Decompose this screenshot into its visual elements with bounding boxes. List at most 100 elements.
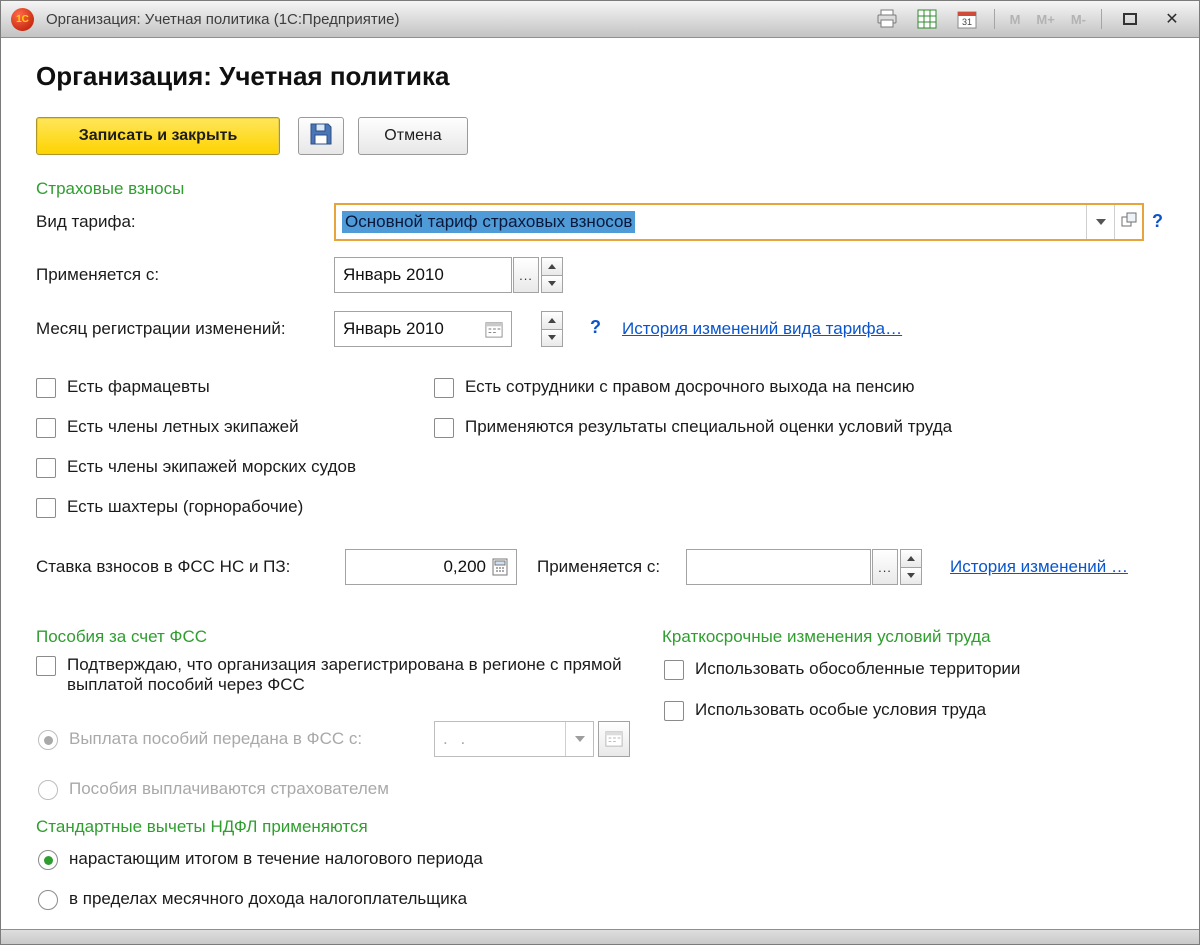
fss-applies-spinner[interactable] bbox=[900, 549, 922, 585]
benefits-date-calendar-button bbox=[598, 721, 630, 757]
checkbox-icon bbox=[36, 458, 56, 478]
calendar-picker-icon bbox=[605, 729, 623, 750]
section-ndfl-title: Стандартные вычеты НДФЛ применяются bbox=[36, 817, 368, 837]
chevron-down-icon bbox=[1096, 219, 1106, 225]
memory-mplus-button[interactable]: M+ bbox=[1032, 12, 1058, 27]
checkbox-special-work-conditions[interactable]: Использовать особые условия труда bbox=[664, 700, 986, 721]
cancel-button[interactable]: Отмена bbox=[358, 117, 468, 155]
radio-label: Выплата пособий передана в ФСС с: bbox=[69, 729, 362, 749]
checkbox-sea-crews[interactable]: Есть члены экипажей морских судов bbox=[36, 457, 356, 478]
spinner-up-button[interactable] bbox=[541, 257, 563, 276]
close-button[interactable]: ✕ bbox=[1155, 6, 1189, 32]
radio-benefits-by-insurer: Пособия выплачиваются страхователем bbox=[38, 779, 389, 800]
checkbox-icon bbox=[664, 660, 684, 680]
window-bottom-frame bbox=[1, 929, 1199, 944]
page-title: Организация: Учетная политика bbox=[36, 61, 449, 92]
fss-rate-input[interactable]: 0,200 bbox=[345, 549, 517, 585]
radio-label: в пределах месячного дохода налогоплател… bbox=[69, 889, 467, 909]
app-window: 1С Организация: Учетная политика (1С:Пре… bbox=[0, 0, 1200, 945]
checkbox-icon bbox=[36, 656, 56, 676]
reg-month-label: Месяц регистрации изменений: bbox=[36, 311, 286, 347]
arrow-up-icon bbox=[548, 264, 556, 269]
checkbox-separate-territories[interactable]: Использовать обособленные территории bbox=[664, 659, 1020, 680]
fss-rate-label: Ставка взносов в ФСС НС и ПЗ: bbox=[36, 549, 290, 585]
spinner-down-button[interactable] bbox=[541, 276, 563, 294]
memory-mminus-button[interactable]: M- bbox=[1067, 12, 1090, 27]
applies-from-more-button[interactable]: ... bbox=[513, 257, 539, 293]
tariff-type-label: Вид тарифа: bbox=[36, 203, 136, 241]
spinner-up-button[interactable] bbox=[900, 549, 922, 568]
radio-ndfl-cumulative[interactable]: нарастающим итогом в течение налогового … bbox=[38, 849, 483, 870]
arrow-up-icon bbox=[548, 318, 556, 323]
checkbox-early-retirement[interactable]: Есть сотрудники с правом досрочного выхо… bbox=[434, 377, 915, 398]
applies-from-input[interactable]: Январь 2010 bbox=[334, 257, 512, 293]
spreadsheet-icon[interactable] bbox=[911, 6, 943, 33]
radio-icon bbox=[38, 730, 58, 750]
print-icon[interactable] bbox=[871, 6, 903, 33]
chevron-down-icon bbox=[575, 736, 585, 742]
arrow-down-icon bbox=[548, 335, 556, 340]
spinner-up-button[interactable] bbox=[541, 311, 563, 330]
reg-month-help-button[interactable]: ? bbox=[590, 317, 601, 338]
svg-text:31: 31 bbox=[962, 17, 972, 27]
checkbox-icon bbox=[664, 701, 684, 721]
memory-m-button[interactable]: M bbox=[1006, 12, 1025, 27]
checkbox-label: Есть фармацевты bbox=[67, 377, 210, 397]
radio-label: нарастающим итогом в течение налогового … bbox=[69, 849, 483, 869]
arrow-down-icon bbox=[907, 573, 915, 578]
titlebar-separator bbox=[1101, 9, 1102, 29]
checkbox-icon bbox=[36, 418, 56, 438]
maximize-icon bbox=[1123, 13, 1137, 25]
fss-applies-more-button[interactable]: ... bbox=[872, 549, 898, 585]
save-button[interactable] bbox=[298, 117, 344, 155]
radio-icon bbox=[38, 850, 58, 870]
applies-from-value: Январь 2010 bbox=[343, 265, 503, 285]
checkbox-icon bbox=[434, 378, 454, 398]
reg-month-input[interactable]: Январь 2010 bbox=[334, 311, 512, 347]
tariff-open-button[interactable] bbox=[1114, 205, 1142, 239]
section-benefits-title: Пособия за счет ФСС bbox=[36, 627, 207, 647]
checkbox-icon bbox=[36, 498, 56, 518]
calculator-icon[interactable] bbox=[492, 558, 508, 576]
fss-applies-input[interactable] bbox=[686, 549, 871, 585]
form-body: Организация: Учетная политика Записать и… bbox=[2, 39, 1198, 929]
rate-history-link[interactable]: История изменений … bbox=[950, 557, 1128, 577]
reg-month-spinner[interactable] bbox=[541, 311, 563, 347]
checkbox-direct-payments-confirm[interactable]: Подтверждаю, что организация зарегистрир… bbox=[36, 655, 636, 695]
checkbox-label: Есть члены экипажей морских судов bbox=[67, 457, 356, 477]
open-list-icon bbox=[1120, 211, 1138, 234]
calendar-picker-icon[interactable] bbox=[485, 320, 503, 338]
checkbox-miners[interactable]: Есть шахтеры (горнорабочие) bbox=[36, 497, 303, 518]
applies-from-spinner[interactable] bbox=[541, 257, 563, 293]
checkbox-special-assessment[interactable]: Применяются результаты специальной оценк… bbox=[434, 417, 952, 438]
radio-ndfl-monthly-limit[interactable]: в пределах месячного дохода налогоплател… bbox=[38, 889, 467, 910]
reg-month-value: Январь 2010 bbox=[343, 319, 479, 339]
spinner-down-button[interactable] bbox=[900, 568, 922, 586]
tariff-type-combobox[interactable]: Основной тариф страховых взносов bbox=[334, 203, 1144, 241]
1c-logo-icon: 1С bbox=[11, 8, 34, 31]
radio-icon bbox=[38, 780, 58, 800]
checkbox-label: Использовать особые условия труда bbox=[695, 700, 986, 720]
radio-label: Пособия выплачиваются страхователем bbox=[69, 779, 389, 799]
tariff-help-button[interactable]: ? bbox=[1152, 211, 1163, 232]
benefits-date-dropdown-button bbox=[565, 722, 593, 756]
arrow-down-icon bbox=[548, 281, 556, 286]
spinner-down-button[interactable] bbox=[541, 330, 563, 348]
save-floppy-icon bbox=[309, 122, 333, 151]
checkbox-label: Использовать обособленные территории bbox=[695, 659, 1020, 679]
checkbox-label: Есть сотрудники с правом досрочного выхо… bbox=[465, 377, 915, 397]
titlebar: 1С Организация: Учетная политика (1С:Пре… bbox=[1, 1, 1199, 38]
checkbox-flight-crews[interactable]: Есть члены летных экипажей bbox=[36, 417, 299, 438]
fss-rate-value: 0,200 bbox=[354, 557, 486, 577]
tariff-type-value-area[interactable]: Основной тариф страховых взносов bbox=[336, 205, 1086, 239]
radio-icon bbox=[38, 890, 58, 910]
save-and-close-button[interactable]: Записать и закрыть bbox=[36, 117, 280, 155]
checkbox-icon bbox=[434, 418, 454, 438]
checkbox-label: Применяются результаты специальной оценк… bbox=[465, 417, 952, 437]
checkbox-pharmacists[interactable]: Есть фармацевты bbox=[36, 377, 210, 398]
maximize-button[interactable] bbox=[1113, 6, 1147, 32]
checkbox-label: Подтверждаю, что организация зарегистрир… bbox=[67, 655, 636, 695]
tariff-dropdown-button[interactable] bbox=[1086, 205, 1114, 239]
calendar-icon[interactable]: 31 bbox=[951, 6, 983, 33]
tariff-history-link[interactable]: История изменений вида тарифа… bbox=[622, 319, 902, 339]
